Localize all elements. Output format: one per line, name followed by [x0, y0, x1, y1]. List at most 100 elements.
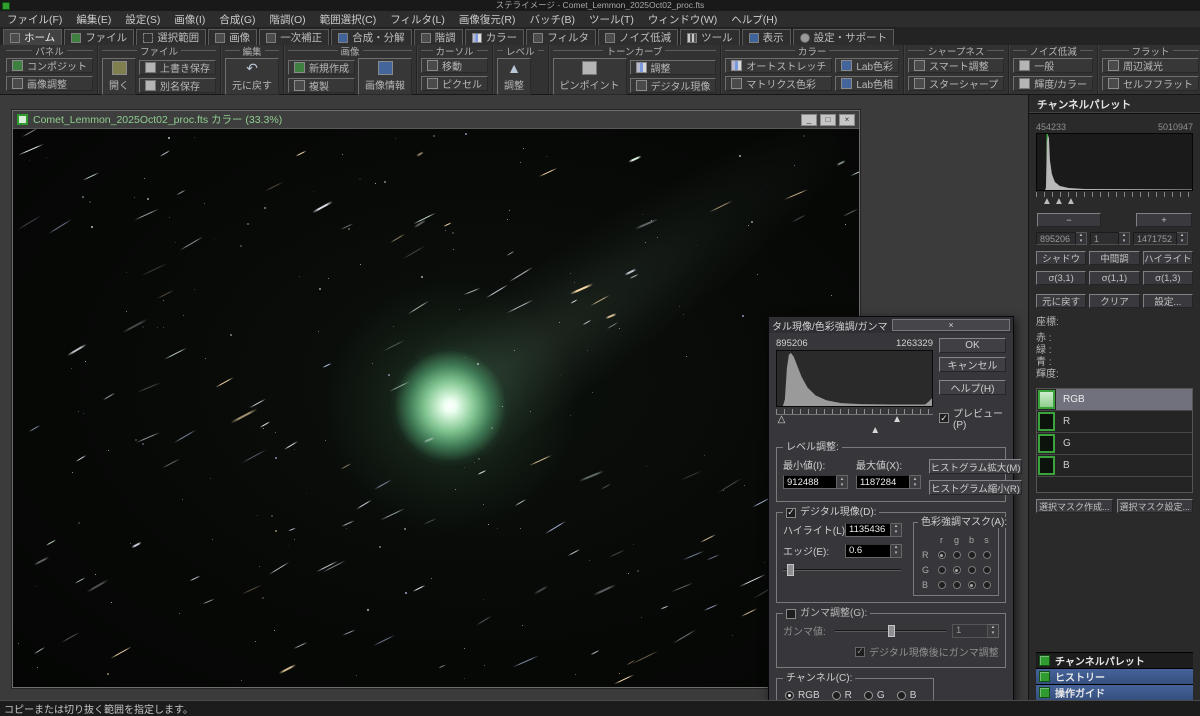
highlight-spinner[interactable]: ▴▾	[891, 523, 902, 537]
help-button[interactable]: ヘルプ(H)	[939, 380, 1006, 395]
new-image-button[interactable]: 新規作成	[288, 60, 355, 75]
menu-batch[interactable]: バッチ(B)	[522, 11, 582, 28]
shadow-button[interactable]: シャドウ	[1036, 251, 1086, 265]
mask-radio-R-r[interactable]	[938, 551, 946, 559]
smart-sharpen-button[interactable]: スマート調整	[908, 58, 1004, 73]
auto-stretch-button[interactable]: オートストレッチ	[725, 58, 832, 73]
image-window-titlebar[interactable]: Comet_Lemmon_2025Oct02_proc.fts カラー (33.…	[13, 111, 859, 129]
mask-radio-B-r[interactable]	[938, 581, 946, 589]
noise-general-button[interactable]: 一般	[1013, 58, 1093, 73]
menu-filter[interactable]: フィルタ(L)	[383, 11, 452, 28]
channel-thumbnail-rgb[interactable]	[1038, 390, 1055, 409]
min-value-input[interactable]: 912488	[783, 475, 837, 489]
menu-composite[interactable]: 合成(G)	[212, 11, 262, 28]
histogram-shrink-button[interactable]: ヒストグラム縮小(R)	[929, 480, 1022, 495]
sigma-1-3-button[interactable]: σ(1,3)	[1143, 271, 1193, 285]
tab-tools[interactable]: ツール	[680, 29, 740, 45]
palette-shadow-input[interactable]: 895206	[1036, 232, 1076, 245]
sigma-1-1-button[interactable]: σ(1,1)	[1089, 271, 1139, 285]
palette-highlight-input[interactable]: 1471752	[1133, 232, 1177, 245]
channel-row-rgb[interactable]: RGB	[1037, 389, 1192, 411]
duplicate-button[interactable]: 複製	[288, 78, 355, 93]
gamma-value-input[interactable]: 1	[952, 624, 988, 638]
create-selection-mask-button[interactable]: 選択マスク作成...	[1036, 499, 1113, 513]
panel-tab-channel-palette[interactable]: チャンネルパレット	[1036, 652, 1193, 668]
channel-thumbnail-b[interactable]	[1038, 456, 1055, 475]
palette-midtone-spinner[interactable]: ▴▾	[1119, 232, 1130, 245]
tab-view[interactable]: 表示	[742, 29, 791, 45]
save-as-button[interactable]: 別名保存	[139, 78, 216, 93]
palette-shadow-spinner[interactable]: ▴▾	[1076, 232, 1087, 245]
dialog-titlebar[interactable]: タル現像/色彩強調/ガンマ調整 [ Comet_Lemmon_2025Oct02…	[769, 317, 1013, 333]
clear-button[interactable]: クリア	[1089, 294, 1139, 308]
histogram-expand-button[interactable]: ヒストグラム拡大(M)	[929, 459, 1022, 474]
mask-radio-B-s[interactable]	[983, 581, 991, 589]
move-cursor-button[interactable]: 移動	[421, 58, 488, 73]
channel-radio-rgb[interactable]	[785, 691, 794, 700]
cancel-button[interactable]: キャンセル	[939, 357, 1006, 372]
digital-develop-button[interactable]: デジタル現像	[630, 78, 717, 93]
open-button[interactable]: 開く	[102, 58, 136, 95]
level-adjust-button[interactable]: ▲調整	[497, 58, 531, 95]
max-value-input[interactable]: 1187284	[856, 475, 910, 489]
image-info-button[interactable]: 画像情報	[358, 58, 412, 95]
minimize-button[interactable]: _	[801, 114, 817, 126]
edge-input[interactable]: 0.6	[845, 544, 891, 558]
palette-highlight-spinner[interactable]: ▴▾	[1177, 232, 1188, 245]
menu-gradation[interactable]: 階調(O)	[263, 11, 313, 28]
maximize-button[interactable]: □	[820, 114, 836, 126]
highlight-slider-handle[interactable]: ▲	[892, 414, 902, 425]
noise-luminance-button[interactable]: 輝度/カラー	[1013, 76, 1093, 91]
channel-thumbnail-r[interactable]	[1038, 412, 1055, 431]
menu-restore[interactable]: 画像復元(R)	[452, 11, 523, 28]
mask-radio-R-g[interactable]	[953, 551, 961, 559]
preview-checkbox[interactable]: ✓	[939, 413, 949, 423]
pixel-cursor-button[interactable]: ピクセル	[421, 76, 488, 91]
min-value-spinner[interactable]: ▴▾	[837, 475, 848, 489]
range-plus-button[interactable]: +	[1136, 213, 1192, 227]
tab-correction[interactable]: 一次補正	[259, 29, 329, 45]
vignetting-button[interactable]: 周辺減光	[1102, 58, 1199, 73]
mask-radio-B-g[interactable]	[953, 581, 961, 589]
mask-radio-B-b[interactable]	[968, 581, 976, 589]
edge-spinner[interactable]: ▴▾	[891, 544, 902, 558]
menu-image[interactable]: 画像(I)	[167, 11, 212, 28]
sigma-3-1-button[interactable]: σ(3,1)	[1036, 271, 1086, 285]
tonecurve-adjust-button[interactable]: 調整	[630, 60, 717, 75]
channel-radio-g[interactable]	[864, 691, 873, 700]
image-adjust-panel-button[interactable]: 画像調整	[6, 76, 93, 91]
settings-button[interactable]: 設定...	[1143, 294, 1193, 308]
self-flat-button[interactable]: セルフフラット	[1102, 76, 1199, 91]
channel-row-r[interactable]: R	[1037, 411, 1192, 433]
ok-button[interactable]: OK	[939, 338, 1006, 353]
mask-radio-R-b[interactable]	[968, 551, 976, 559]
panel-tab-history[interactable]: ヒストリー	[1036, 668, 1193, 684]
tab-filter[interactable]: フィルタ	[526, 29, 596, 45]
reset-button[interactable]: 元に戻す	[1036, 294, 1086, 308]
menu-settings[interactable]: 設定(S)	[118, 11, 167, 28]
mask-radio-G-g[interactable]	[953, 566, 961, 574]
channel-radio-b[interactable]	[897, 691, 906, 700]
channel-row-b[interactable]: B	[1037, 455, 1192, 477]
mask-radio-G-b[interactable]	[968, 566, 976, 574]
gamma-after-develop-checkbox[interactable]: ✓	[855, 647, 865, 657]
edge-slider-handle[interactable]	[787, 564, 794, 576]
edge-slider[interactable]	[783, 564, 901, 576]
channel-radio-r[interactable]	[832, 691, 841, 700]
palette-shadow-handle[interactable]: ▲	[1042, 196, 1052, 207]
pinpoint-button[interactable]: ピンポイント	[553, 58, 627, 95]
digital-develop-checkbox[interactable]: ✓	[786, 508, 796, 518]
range-minus-button[interactable]: −	[1037, 213, 1101, 227]
channel-row-g[interactable]: G	[1037, 433, 1192, 455]
palette-midtone-input[interactable]: 1	[1090, 232, 1119, 245]
dialog-close-button[interactable]: ×	[892, 319, 1010, 331]
menu-file[interactable]: ファイル(F)	[0, 11, 69, 28]
palette-highlight-handle[interactable]: ▲	[1066, 196, 1076, 207]
palette-midtone-handle[interactable]: ▲	[1054, 196, 1064, 207]
panel-tab-guide[interactable]: 操作ガイド	[1036, 684, 1193, 700]
max-value-spinner[interactable]: ▴▾	[910, 475, 921, 489]
mask-radio-G-s[interactable]	[983, 566, 991, 574]
composite-panel-button[interactable]: コンポジット	[6, 58, 93, 73]
close-button[interactable]: ×	[839, 114, 855, 126]
highlight-input[interactable]: 1135436	[845, 523, 891, 537]
